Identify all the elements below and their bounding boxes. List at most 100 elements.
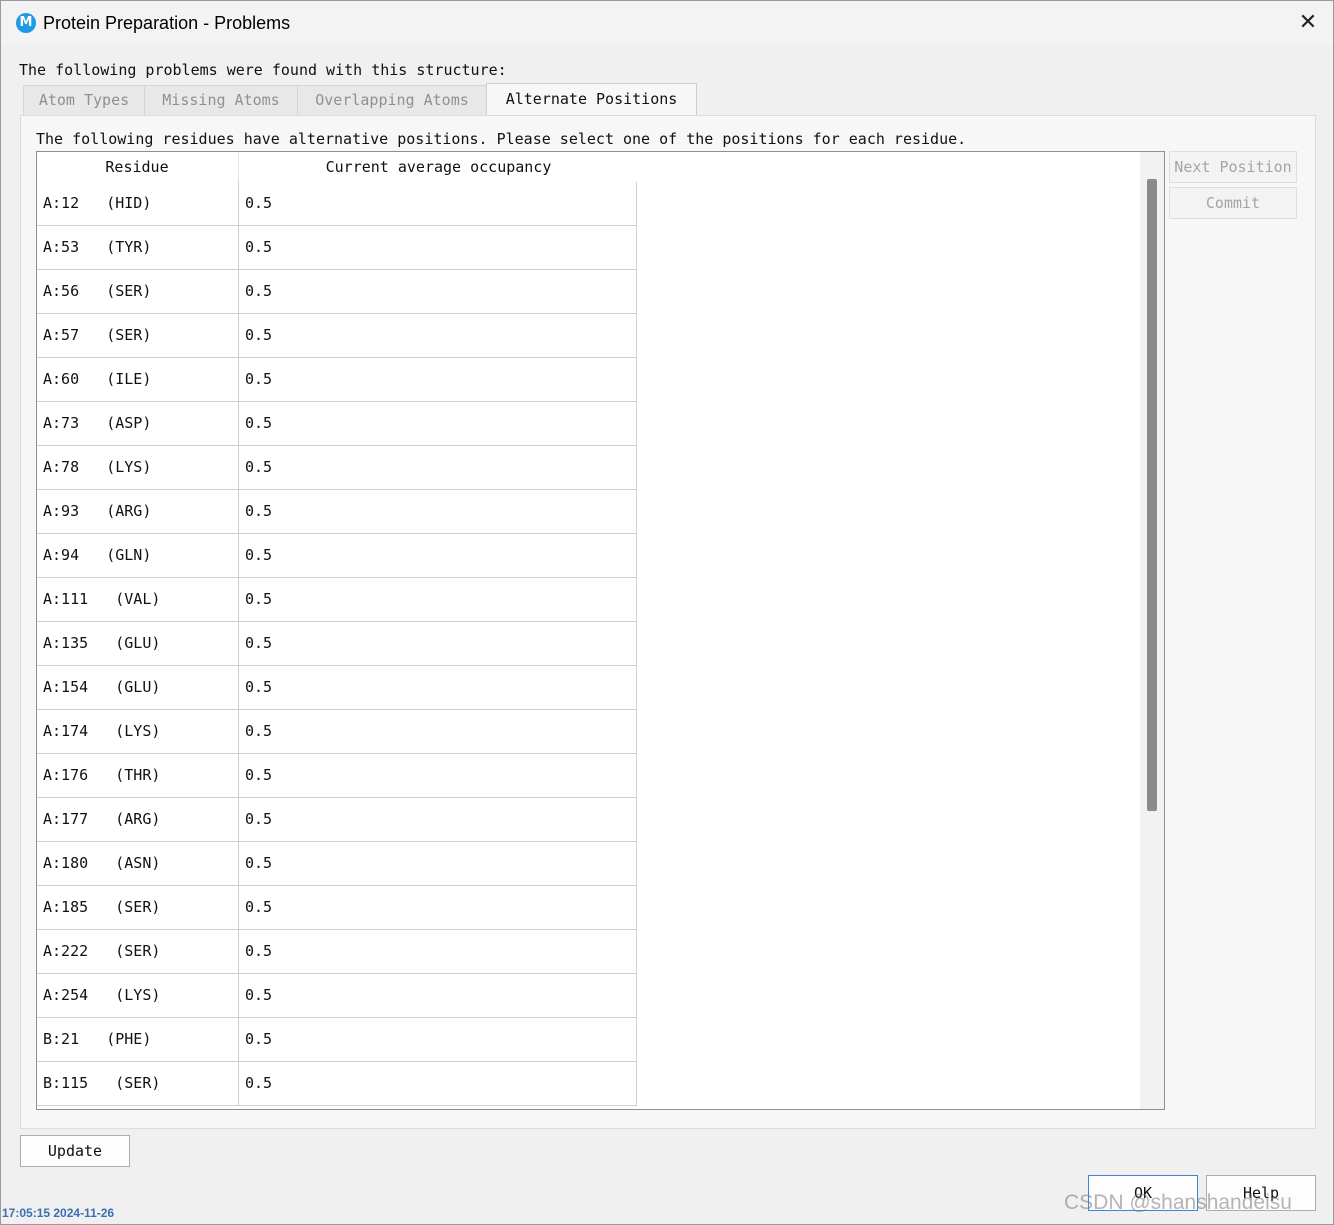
timestamp: 17:05:15 2024-11-26 (2, 1206, 115, 1220)
panel-description: The following residues have alternative … (36, 130, 967, 148)
occupancy-cell: 0.5 (238, 842, 636, 885)
occupancy-cell: 0.5 (238, 182, 636, 225)
row-divider (636, 270, 637, 314)
residue-cell: A:12 (HID) (43, 194, 152, 212)
residue-table[interactable]: Residue Current average occupancy A:12 (… (36, 151, 1165, 1110)
residue-cell: A:177 (ARG) (43, 810, 161, 828)
column-header-occupancy[interactable]: Current average occupancy (238, 152, 638, 182)
occupancy-cell: 0.5 (238, 622, 636, 665)
table-row[interactable]: A:180 (ASN) 0.5 (37, 842, 637, 886)
column-header-residue[interactable]: Residue (37, 152, 237, 182)
table-row[interactable]: B:21 (PHE) 0.5 (37, 1018, 637, 1062)
table-row[interactable]: A:53 (TYR) 0.5 (37, 226, 637, 270)
residue-cell: A:73 (ASP) (43, 414, 152, 432)
intro-text: The following problems were found with t… (19, 61, 507, 79)
table-row[interactable]: A:177 (ARG) 0.5 (37, 798, 637, 842)
occupancy-cell: 0.5 (238, 490, 636, 533)
row-divider (636, 1062, 637, 1106)
residue-cell: A:174 (LYS) (43, 722, 161, 740)
residue-cell: A:93 (ARG) (43, 502, 152, 520)
row-divider (636, 886, 637, 930)
row-divider (636, 710, 637, 754)
dialog-window: M Protein Preparation - Problems ✕ The f… (0, 0, 1334, 1225)
watermark: CSDN @shanshandeisu (1064, 1191, 1292, 1214)
occupancy-cell: 0.5 (238, 798, 636, 841)
row-divider (636, 314, 637, 358)
occupancy-cell: 0.5 (238, 930, 636, 973)
row-divider (636, 226, 637, 270)
table-row[interactable]: A:154 (GLU) 0.5 (37, 666, 637, 710)
residue-cell: A:176 (THR) (43, 766, 161, 784)
row-divider (636, 842, 637, 886)
title-bar: M Protein Preparation - Problems ✕ (1, 1, 1333, 45)
residue-cell: A:94 (GLN) (43, 546, 152, 564)
residue-cell: A:185 (SER) (43, 898, 161, 916)
occupancy-cell: 0.5 (238, 886, 636, 929)
row-divider (636, 930, 637, 974)
occupancy-cell: 0.5 (238, 754, 636, 797)
residue-cell: A:60 (ILE) (43, 370, 152, 388)
table-row[interactable]: A:57 (SER) 0.5 (37, 314, 637, 358)
table-row[interactable]: A:93 (ARG) 0.5 (37, 490, 637, 534)
residue-cell: A:78 (LYS) (43, 458, 152, 476)
tab-alternate-positions[interactable]: Alternate Positions (486, 83, 697, 116)
residue-cell: B:21 (PHE) (43, 1030, 152, 1048)
table-header: Residue Current average occupancy (37, 152, 638, 182)
row-divider (636, 358, 637, 402)
occupancy-cell: 0.5 (238, 446, 636, 489)
table-row[interactable]: A:174 (LYS) 0.5 (37, 710, 637, 754)
row-divider (636, 974, 637, 1018)
row-divider (636, 402, 637, 446)
table-row[interactable]: A:73 (ASP) 0.5 (37, 402, 637, 446)
table-row[interactable]: A:12 (HID) 0.5 (37, 182, 637, 226)
row-divider (636, 182, 637, 226)
residue-cell: A:154 (GLU) (43, 678, 161, 696)
tab-atom-types[interactable]: Atom Types (23, 85, 145, 115)
alternate-positions-panel: The following residues have alternative … (20, 115, 1316, 1129)
update-button[interactable]: Update (20, 1135, 130, 1167)
table-row[interactable]: A:78 (LYS) 0.5 (37, 446, 637, 490)
occupancy-cell: 0.5 (238, 534, 636, 577)
occupancy-cell: 0.5 (238, 578, 636, 621)
table-row[interactable]: A:222 (SER) 0.5 (37, 930, 637, 974)
table-row[interactable]: A:254 (LYS) 0.5 (37, 974, 637, 1018)
occupancy-cell: 0.5 (238, 666, 636, 709)
table-row[interactable]: A:94 (GLN) 0.5 (37, 534, 637, 578)
row-divider (636, 446, 637, 490)
table-row[interactable]: A:56 (SER) 0.5 (37, 270, 637, 314)
tab-missing-atoms[interactable]: Missing Atoms (144, 85, 298, 115)
table-row[interactable]: A:135 (GLU) 0.5 (37, 622, 637, 666)
table-row[interactable]: A:176 (THR) 0.5 (37, 754, 637, 798)
residue-cell: B:115 (SER) (43, 1074, 161, 1092)
residue-cell: A:111 (VAL) (43, 590, 161, 608)
row-divider (636, 798, 637, 842)
table-row[interactable]: A:60 (ILE) 0.5 (37, 358, 637, 402)
residue-cell: A:180 (ASN) (43, 854, 161, 872)
residue-cell: A:254 (LYS) (43, 986, 161, 1004)
occupancy-cell: 0.5 (238, 314, 636, 357)
occupancy-cell: 0.5 (238, 710, 636, 753)
vertical-scrollbar[interactable] (1140, 152, 1164, 1109)
close-icon[interactable]: ✕ (1291, 7, 1325, 39)
occupancy-cell: 0.5 (238, 1018, 636, 1061)
occupancy-cell: 0.5 (238, 402, 636, 445)
occupancy-cell: 0.5 (238, 974, 636, 1017)
residue-cell: A:135 (GLU) (43, 634, 161, 652)
tab-overlapping-atoms[interactable]: Overlapping Atoms (297, 85, 487, 115)
occupancy-cell: 0.5 (238, 270, 636, 313)
table-row[interactable]: A:111 (VAL) 0.5 (37, 578, 637, 622)
row-divider (636, 578, 637, 622)
row-divider (636, 666, 637, 710)
residue-cell: A:56 (SER) (43, 282, 152, 300)
table-row[interactable]: B:115 (SER) 0.5 (37, 1062, 637, 1106)
table-body: A:12 (HID) 0.5 A:53 (TYR) 0.5 A:56 (SER) 0.5 A… (37, 182, 637, 1106)
occupancy-cell: 0.5 (238, 1062, 636, 1105)
scrollbar-thumb[interactable] (1147, 179, 1157, 811)
residue-cell: A:53 (TYR) (43, 238, 152, 256)
residue-cell: A:222 (SER) (43, 942, 161, 960)
commit-button[interactable]: Commit (1169, 187, 1297, 219)
row-divider (636, 1018, 637, 1062)
next-position-button[interactable]: Next Position (1169, 151, 1297, 183)
table-row[interactable]: A:185 (SER) 0.5 (37, 886, 637, 930)
row-divider (636, 754, 637, 798)
